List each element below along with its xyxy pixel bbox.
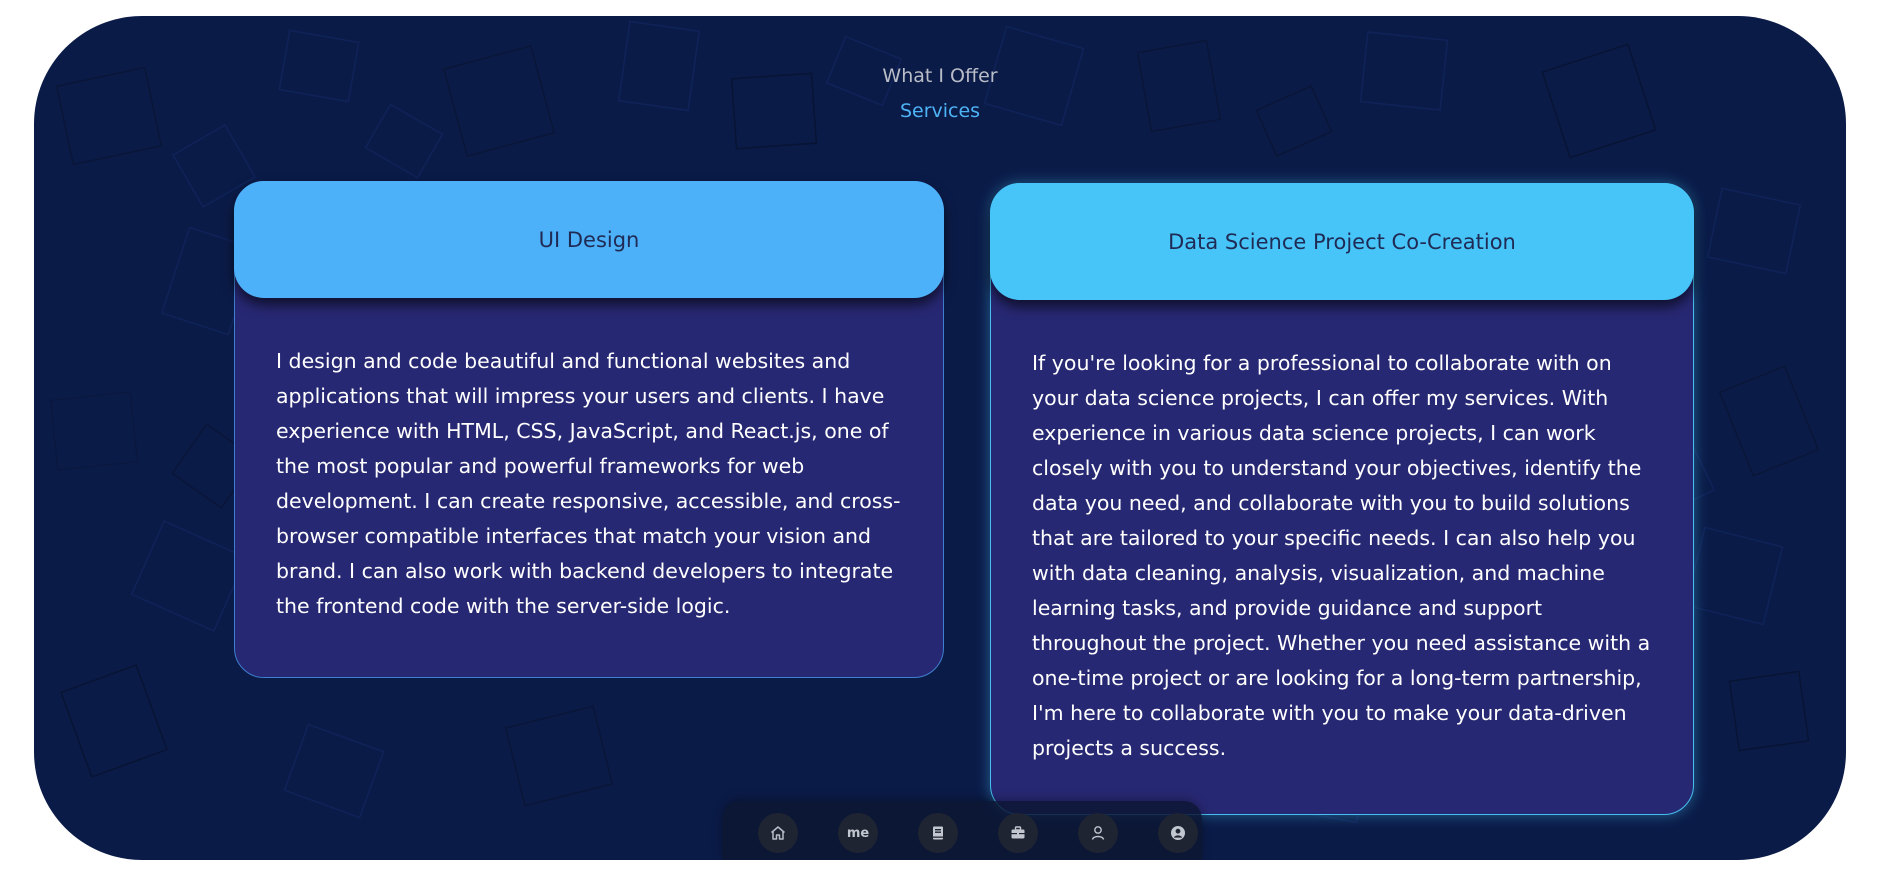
user-icon [1091,826,1105,840]
nav-about-button[interactable] [1078,813,1118,853]
portfolio-section: What I Offer Services UI Design I design… [34,16,1846,860]
home-icon [771,826,785,840]
service-card-description: If you're looking for a professional to … [1032,351,1651,760]
nav-book-button[interactable] [918,813,958,853]
service-card-data-science: Data Science Project Co-Creation If you'… [990,183,1694,815]
briefcase-icon [1011,826,1025,839]
service-card-ui-design: UI Design I design and code beautiful an… [234,181,944,678]
nav-home-button[interactable] [758,813,798,853]
me-icon: me [846,825,870,841]
bottom-nav-dock: me [722,801,1202,860]
section-subtitle: What I Offer [882,65,998,87]
nav-contact-button[interactable] [1158,813,1198,853]
account-circle-icon [1171,826,1185,840]
book-icon [933,826,943,840]
service-card-title: UI Design [234,181,944,298]
nav-work-button[interactable] [998,813,1038,853]
nav-me-button[interactable]: me [838,813,878,853]
section-header: What I Offer Services [34,63,1846,124]
service-card-title: Data Science Project Co-Creation [990,183,1694,300]
service-card-description: I design and code beautiful and function… [276,349,901,618]
section-title: Services [899,100,981,122]
